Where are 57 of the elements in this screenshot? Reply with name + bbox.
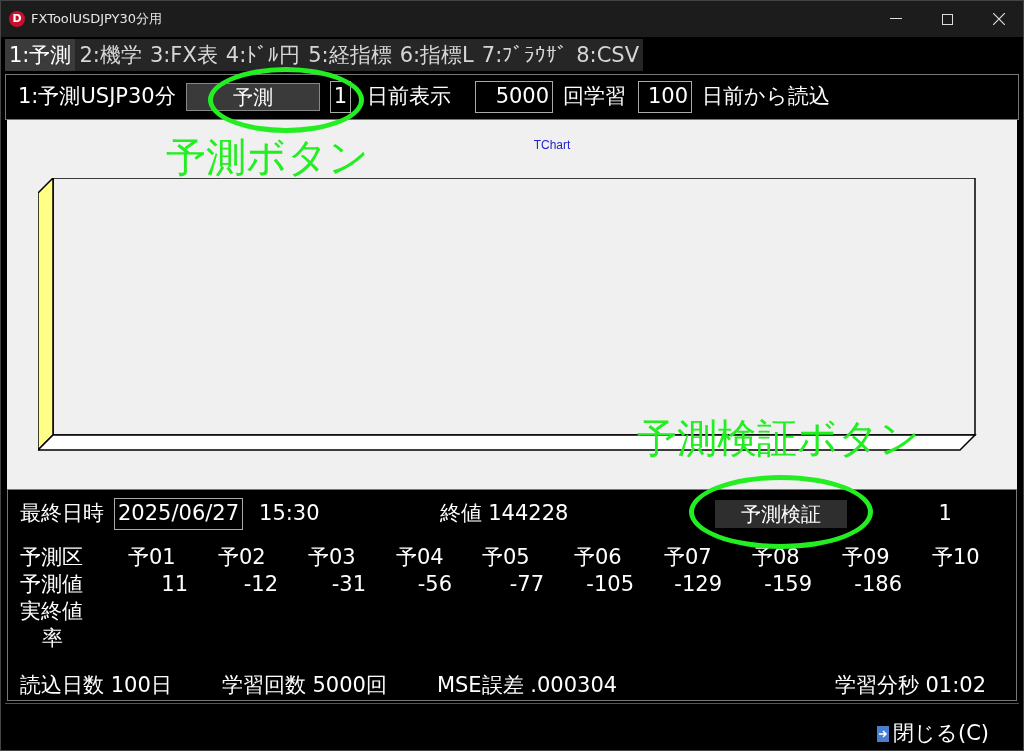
verify-button[interactable]: 予測検証 <box>715 500 848 528</box>
days-display-field[interactable]: 1 <box>329 81 352 113</box>
toolbar-title: 1:予測USJP30分 <box>18 83 176 111</box>
stat-text: 学習回数 5000回 <box>221 672 387 699</box>
column-header: 予02 <box>218 544 267 571</box>
last-date-label: 最終日時 <box>20 500 104 528</box>
table-cell-text: -105 <box>585 571 635 598</box>
table-cell-text: -159 <box>763 571 813 598</box>
table-cell-text: 11 <box>160 571 189 598</box>
table-cell-text: -12 <box>242 571 279 598</box>
chart-title: TChart <box>533 137 571 154</box>
row-label: 予測値 <box>20 571 84 598</box>
column-header: 予10 <box>932 544 981 571</box>
predict-button[interactable]: 予測 <box>185 83 320 111</box>
row-label: 予測区 <box>20 544 84 571</box>
tab[interactable]: 3:FX表 <box>145 39 222 71</box>
maximize-icon[interactable] <box>942 13 953 25</box>
close-value: 終値 144228 <box>439 500 569 528</box>
row-label: 率 <box>41 625 64 652</box>
tab[interactable]: 7:ﾌﾞﾗｳｻﾞ <box>477 39 573 71</box>
iterations-field[interactable]: 5000 <box>475 81 554 113</box>
last-time: 15:30 <box>259 500 320 528</box>
app-icon: D <box>9 11 25 27</box>
count-value: 1 <box>938 500 952 528</box>
tab[interactable]: 2:機学 <box>75 39 146 71</box>
table-cell-text: -77 <box>508 571 545 598</box>
window-title: FXToolUSDJPY30分用 <box>31 10 163 29</box>
days-display-label: 日前表示 <box>367 83 452 111</box>
last-date-field[interactable]: 2025/06/27 <box>114 498 244 530</box>
tab[interactable]: 8:CSV <box>572 39 644 71</box>
iterations-label: 回学習 <box>563 83 627 111</box>
tab[interactable]: 5:経指標 <box>304 39 396 71</box>
column-header: 予08 <box>752 544 801 571</box>
column-header: 予03 <box>308 544 357 571</box>
close-button[interactable]: 閉じる(C) <box>876 723 989 744</box>
table-cell-text: -31 <box>330 571 367 598</box>
close-icon[interactable] <box>993 13 1005 25</box>
minimize-icon[interactable] <box>890 18 902 20</box>
table-cell-text: -186 <box>853 571 903 598</box>
tab[interactable]: 6:指標L <box>395 39 478 71</box>
tab[interactable]: 4:ﾄﾞﾙ円 <box>221 39 305 71</box>
column-header: 予06 <box>574 544 623 571</box>
table-cell-text: -56 <box>416 571 453 598</box>
column-header: 予07 <box>664 544 713 571</box>
column-header: 予01 <box>128 544 177 571</box>
annotation-text: 予測ボタン <box>166 137 369 177</box>
stat-text: MSE誤差 .000304 <box>436 672 618 699</box>
column-header: 予04 <box>396 544 445 571</box>
row-label: 実終値 <box>20 598 84 625</box>
load-days-label: 日前から読込 <box>702 83 831 111</box>
load-days-field[interactable]: 100 <box>638 81 693 113</box>
column-header: 予09 <box>842 544 891 571</box>
table-cell-text: -129 <box>673 571 723 598</box>
tab[interactable]: 1:予測 <box>5 39 76 71</box>
stat-text: 学習分秒 01:02 <box>834 672 986 699</box>
stat-text: 読込日数 100日 <box>20 672 172 699</box>
column-header: 予05 <box>482 544 531 571</box>
